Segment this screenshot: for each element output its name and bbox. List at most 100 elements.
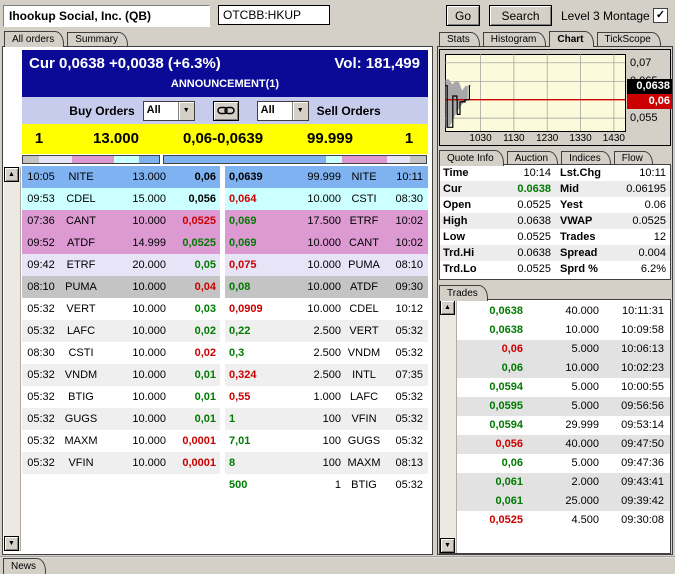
trade-row[interactable]: 0,0638 10.000 10:09:58	[457, 321, 670, 340]
tab-auction[interactable]: Auction	[506, 151, 559, 165]
y-tick-label: 0,055	[630, 112, 658, 124]
tab-tickscope[interactable]: TickScope	[596, 32, 661, 46]
buy-filter-value: All	[146, 103, 161, 116]
quote-value: 6.2%	[640, 263, 666, 275]
scroll-down-icon: ▼	[8, 540, 15, 547]
trade-size: 5.000	[571, 381, 599, 393]
tab-quote-info[interactable]: Quote Info	[439, 150, 504, 166]
order-time: 05:32	[395, 347, 423, 359]
quote-row: Cur 0.0638 Mid 0.06195	[440, 181, 670, 197]
bid-size: 10.000	[132, 325, 166, 337]
order-book-row[interactable]: 500 1 BTIG 05:32	[22, 474, 428, 496]
tab-flow[interactable]: Flow	[613, 151, 653, 165]
chart-plot[interactable]	[445, 54, 626, 132]
bid-price: 0,0001	[182, 435, 216, 447]
scroll-up-button[interactable]: ▲	[4, 167, 19, 182]
market-maker: ETRF	[66, 259, 96, 271]
volume: Vol: 181,499	[334, 55, 420, 72]
chevron-down-icon[interactable]: ▼	[177, 101, 194, 120]
order-book-row[interactable]: 05:32 MAXM 10.000 0,0001 7,01 100 GUGS 05:32	[22, 430, 428, 452]
bid-side: 05:32 VNDM 10.000 0,01	[22, 364, 220, 386]
announcement-link[interactable]: ANNOUNCEMENT(1)	[22, 77, 428, 92]
order-book-row[interactable]: 07:36 CANT 10.000 0,0525 0,069 17.500 ETRF 10:0…	[22, 210, 428, 232]
trade-row[interactable]: 0,06 10.000 10:02:23	[457, 359, 670, 378]
search-button[interactable]: Search	[489, 5, 552, 26]
order-time: 08:10	[395, 259, 423, 271]
order-time: 10:11	[396, 171, 423, 183]
bid-price: 0,02	[194, 347, 216, 359]
trade-row[interactable]: 0,06 5.000 09:47:36	[457, 454, 670, 473]
inside-bid-ask: 0,06-0,0639	[182, 130, 264, 147]
trade-row[interactable]: 0,0595 5.000 09:56:56	[457, 397, 670, 416]
tab-all-orders[interactable]: All orders	[4, 31, 65, 47]
level3-montage-checkbox[interactable]: ✓	[653, 8, 668, 23]
current-price-change: Cur 0,0638 +0,0038 (+6.3%)	[29, 55, 221, 72]
quote-value: 0.0525	[517, 199, 551, 211]
order-book-row[interactable]: 05:32 BTIG 10.000 0,01 0,55 1.000 LAFC 05:32	[22, 386, 428, 408]
order-book-row[interactable]: 09:53 CDEL 15.000 0,056 0,064 10.000 CSTI 08:30	[22, 188, 428, 210]
order-book-row[interactable]: 05:32 VERT 10.000 0,03 0,0909 10.000 CDEL 10:12	[22, 298, 428, 320]
trade-row[interactable]: 0,0594 29.999 09:53:14	[457, 416, 670, 435]
order-time: 08:10	[27, 281, 55, 293]
trade-size: 40.000	[565, 305, 599, 317]
ask-side: 0,08 10.000 ATDF 09:30	[225, 276, 428, 298]
quote-label: Yest	[560, 199, 583, 211]
depth-segment-cyan	[114, 156, 139, 163]
trade-row[interactable]: 0,06 5.000 10:06:13	[457, 340, 670, 359]
quote-label: Cur	[443, 183, 462, 195]
quote-label: Sprd %	[560, 263, 598, 275]
tab-summary[interactable]: Summary	[67, 32, 129, 46]
scroll-up-button[interactable]: ▲	[440, 300, 455, 315]
tab-histogram[interactable]: Histogram	[482, 32, 547, 46]
trades-scrollbar[interactable]: ▲ ▼	[440, 300, 457, 553]
ticker-input[interactable]	[218, 5, 330, 25]
quote-label: Trades	[560, 231, 596, 243]
tab-stats[interactable]: Stats	[439, 32, 480, 46]
market-maker: MAXM	[64, 435, 98, 447]
order-book-row[interactable]: 05:32 GUGS 10.000 0,01 1 100 VFIN 05:32	[22, 408, 428, 430]
trade-price: 0,0638	[489, 324, 523, 336]
x-tick-label: 1430	[602, 133, 625, 144]
depth-segment-blue	[164, 156, 327, 163]
market-maker: GUGS	[64, 413, 98, 425]
depth-segment-gray	[23, 156, 40, 163]
montage-scrollbar[interactable]: ▲ ▼	[4, 167, 21, 551]
intraday-chart[interactable]: 0,07 0,065 0,0638 0,06 0,055 10301130123…	[439, 49, 672, 146]
order-book-row[interactable]: 08:10 PUMA 10.000 0,04 0,08 10.000 ATDF 09:30	[22, 276, 428, 298]
scroll-down-button[interactable]: ▼	[440, 538, 455, 553]
order-book-row[interactable]: 10:05 NITE 13.000 0,06 0,0639 99.999 NITE 10:11	[22, 166, 428, 188]
bid-side: 05:32 LAFC 10.000 0,02	[22, 320, 220, 342]
order-book-row[interactable]: 05:32 LAFC 10.000 0,02 0,22 2.500 VERT 05:32	[22, 320, 428, 342]
order-book-row[interactable]: 08:30 CSTI 10.000 0,02 0,3 2.500 VNDM 05:32	[22, 342, 428, 364]
quote-value: 0.0525	[632, 215, 666, 227]
trade-row[interactable]: 0,0638 40.000 10:11:31	[457, 302, 670, 321]
trade-row[interactable]: 0,061 25.000 09:39:42	[457, 492, 670, 511]
order-book-row[interactable]: 09:42 ETRF 20.000 0,05 0,075 10.000 PUMA 08:10	[22, 254, 428, 276]
tab-chart[interactable]: Chart	[549, 31, 594, 47]
order-time: 05:32	[27, 457, 55, 469]
market-maker: CSTI	[68, 347, 94, 359]
tab-indices[interactable]: Indices	[561, 151, 611, 165]
tab-news[interactable]: News	[3, 558, 47, 574]
ask-side: 7,01 100 GUGS 05:32	[225, 430, 428, 452]
trade-row[interactable]: 0,0525 4.500 09:30:08	[457, 511, 670, 530]
inside-bid-size: 13.000	[93, 130, 139, 147]
sell-filter-dropdown[interactable]: All ▼	[256, 100, 309, 121]
scroll-down-button[interactable]: ▼	[4, 536, 19, 551]
bid-side: 09:52 ATDF 14.999 0,0525	[22, 232, 220, 254]
go-button[interactable]: Go	[446, 5, 480, 26]
trade-row[interactable]: 0,061 2.000 09:43:41	[457, 473, 670, 492]
order-book-row[interactable]: 09:52 ATDF 14.999 0,0525 0,069 10.000 CANT 10:0…	[22, 232, 428, 254]
link-orders-button[interactable]	[212, 100, 239, 121]
depth-segment-gray	[410, 156, 426, 163]
order-book-row[interactable]: 05:32 VFIN 10.000 0,0001 8 100 MAXM 08:13	[22, 452, 428, 474]
tab-trades[interactable]: Trades	[439, 285, 488, 301]
order-time: 08:30	[27, 347, 55, 359]
ask-size: 17.500	[307, 215, 341, 227]
order-book-row[interactable]: 05:32 VNDM 10.000 0,01 0,324 2.500 INTL 07:35	[22, 364, 428, 386]
buy-filter-dropdown[interactable]: All ▼	[142, 100, 195, 121]
market-maker: CANT	[349, 237, 379, 249]
chevron-down-icon[interactable]: ▼	[291, 101, 308, 120]
trade-row[interactable]: 0,056 40.000 09:47:50	[457, 435, 670, 454]
trade-row[interactable]: 0,0594 5.000 10:00:55	[457, 378, 670, 397]
